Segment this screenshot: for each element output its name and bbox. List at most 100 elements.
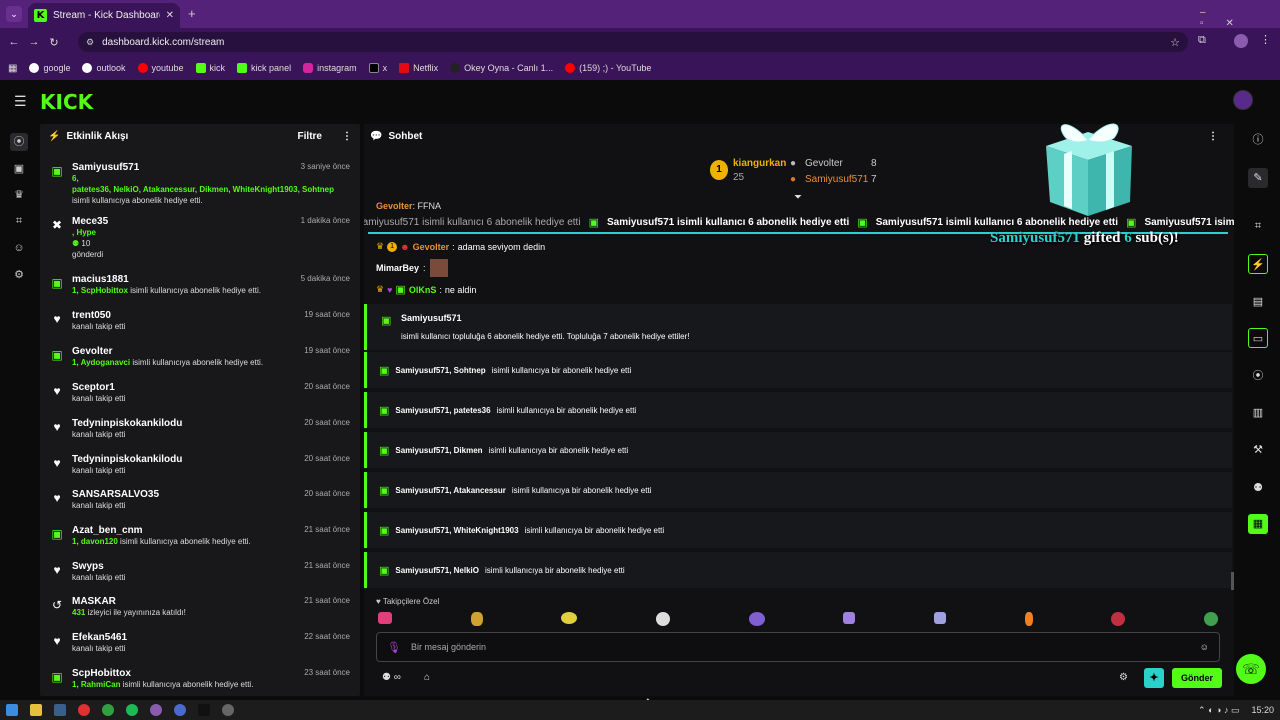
share-icon[interactable]: ⚉ [1248, 478, 1268, 498]
activity-item[interactable]: ▣ ScpHobittox 23 saat önce 1, RahmiCan isim… [40, 664, 360, 700]
activity-item[interactable]: ▣ Gevolter 19 saat önce 1, Aydoganavci isim… [40, 342, 360, 378]
layout-icon[interactable]: ▥ [1248, 403, 1268, 423]
bookmark-kick[interactable]: kick [195, 63, 225, 73]
emote-icon[interactable] [1024, 612, 1033, 626]
emote-icon[interactable] [843, 612, 856, 624]
kick-points-icon[interactable]: ⚉ ∞ [382, 672, 401, 683]
kickbot-icon[interactable]: ✦ [1144, 668, 1164, 688]
screen-icon[interactable]: ⌗ [1248, 216, 1268, 236]
activity-item[interactable]: ♥ Swyps 21 saat önce kanalı takip etti [40, 557, 360, 593]
trophy-nav-icon[interactable]: ♛ [10, 186, 28, 204]
emote-icon[interactable] [561, 612, 578, 624]
browser-menu-icon[interactable]: ⋮ [1260, 33, 1271, 46]
activity-more-icon[interactable]: ⋮ [342, 131, 352, 142]
extensions-icon[interactable]: ⧉ [1198, 34, 1206, 47]
activity-detail: kanalı takip etti [72, 501, 126, 510]
info-icon[interactable]: ⓘ [1248, 130, 1268, 150]
wrench-icon[interactable]: ⚒ [1248, 440, 1268, 460]
emote-icon[interactable] [1203, 612, 1218, 626]
new-tab-icon[interactable]: + [188, 6, 196, 21]
activity-item[interactable]: ♥ Tedyninpiskokankilodu 20 saat önce kanalı… [40, 414, 360, 450]
app-icon[interactable] [222, 704, 234, 716]
activity-item[interactable]: ♥ trent050 19 saat önce kanalı takip etti [40, 306, 360, 342]
activity-item[interactable]: ▣ macius1881 5 dakika önce 1, ScpHobittox i… [40, 270, 360, 306]
activity-time: 22 saat önce [304, 632, 350, 641]
chat-more-icon[interactable]: ⋮ [1208, 131, 1218, 142]
emote-icon[interactable] [378, 612, 392, 624]
broadcast-icon[interactable]: ⦿ [1248, 366, 1268, 386]
chat-toggle-icon[interactable]: ▭ [1248, 328, 1268, 348]
microphone-icon[interactable]: 🎙 [387, 641, 401, 654]
windows-start-icon[interactable] [6, 704, 18, 716]
emote-icon[interactable] [933, 612, 946, 624]
app-icon[interactable] [174, 704, 186, 716]
chat-settings-icon[interactable]: ⚙ [1119, 672, 1128, 683]
activity-item[interactable]: ↺ MASKAR 21 saat önce 431 izleyici ile yayı… [40, 592, 360, 628]
bookmark-youtube-2[interactable]: (159) ;) - YouTube [565, 63, 651, 73]
apps-grid-icon[interactable]: ▦ [8, 63, 17, 74]
activity-item[interactable]: ♥ SANSARSALVO35 20 saat önce kanalı takip e… [40, 485, 360, 521]
windows-taskbar: ⌃ ◐ ◑ ♪ ▭ 15:20 [0, 700, 1280, 720]
activity-item[interactable]: ♥ Tedyninpiskokankilodu 20 saat önce kanalı… [40, 450, 360, 486]
chat-input[interactable]: 🎙 Bir mesaj gönderin ☺ [376, 632, 1220, 662]
profile-avatar[interactable] [1234, 34, 1248, 48]
opera-icon[interactable] [78, 704, 90, 716]
clapper-icon[interactable]: ▦ [1248, 514, 1268, 534]
activity-item[interactable]: ♥ Sceptor1 20 saat önce kanalı takip etti [40, 378, 360, 414]
bookmark-star-icon[interactable]: ☆ [1170, 36, 1180, 49]
hamburger-menu-icon[interactable]: ☰ [14, 93, 27, 110]
bookmark-youtube[interactable]: youtube [137, 63, 184, 73]
stream-nav-icon[interactable]: ⦿ [10, 133, 28, 151]
activity-item[interactable]: ✖ Mece35 1 dakika önce, Hype ⚉ 10 gönderdi [40, 212, 360, 259]
browser-tab[interactable]: K Stream - Kick Dashboard ✕ [28, 3, 180, 28]
app-icon[interactable] [198, 704, 210, 716]
send-button[interactable]: Gönder [1172, 668, 1222, 688]
edit-icon[interactable]: ✎ [1248, 168, 1268, 188]
activity-time: 19 saat önce [304, 310, 350, 319]
bookmark-kick-panel[interactable]: kick panel [237, 63, 291, 73]
activity-toggle-icon[interactable]: ⚡ [1248, 254, 1268, 274]
moderation-nav-icon[interactable]: ⌗ [10, 212, 28, 230]
chat-bubble-icon: 💬 [370, 130, 383, 142]
activity-item[interactable]: ♥ Efekan5461 22 saat önce kanalı takip etti [40, 628, 360, 664]
bookmark-netflix[interactable]: Netflix [399, 63, 438, 73]
activity-item[interactable]: ▣ Samiyusuf571 3 saniye önce 6, patetes36, N… [40, 158, 360, 205]
chrome-profile-icon[interactable] [150, 704, 162, 716]
address-bar[interactable]: ⚙ dashboard.kick.com/stream ☆ [78, 32, 1188, 52]
bookmark-outlook[interactable]: outlook [82, 63, 126, 73]
emote-icon[interactable] [1111, 612, 1126, 626]
community-nav-icon[interactable]: ☺ [10, 239, 28, 257]
back-icon[interactable]: ← [4, 36, 24, 48]
notes-icon[interactable]: ▤ [1248, 292, 1268, 312]
site-info-icon[interactable]: ⚙ [86, 37, 94, 48]
window-controls[interactable]: –▫✕ [1200, 7, 1280, 29]
chat-scrollbar[interactable] [1231, 572, 1234, 590]
spotify-icon[interactable] [126, 704, 138, 716]
forward-icon[interactable]: → [24, 36, 44, 48]
emote-icon[interactable] [748, 612, 765, 626]
close-tab-icon[interactable]: ✕ [166, 10, 174, 21]
chrome-icon[interactable] [102, 704, 114, 716]
bookmark-okey[interactable]: Okey Oyna - Canlı 1... [450, 63, 553, 73]
store-icon[interactable]: ⌂ [424, 672, 430, 683]
kick-logo[interactable]: KICK [40, 90, 93, 114]
file-explorer-icon[interactable] [30, 704, 42, 716]
first-place-badge-icon: 1 [710, 160, 728, 180]
activity-item[interactable]: ▣ Azat_ben_cnm 21 saat önce 1, davon120 isi… [40, 521, 360, 557]
settings-nav-icon[interactable]: ⚙ [10, 266, 28, 284]
help-chat-icon[interactable]: ☏ [1236, 654, 1266, 684]
user-avatar[interactable] [1233, 90, 1253, 110]
system-tray-icons[interactable]: ⌃ ◐ ◑ ♪ ▭ [1198, 705, 1239, 716]
tab-search-icon[interactable]: ⌄ [6, 6, 22, 22]
emote-icon[interactable] [470, 612, 483, 626]
emoji-icon[interactable]: ☺ [1200, 642, 1209, 652]
reload-icon[interactable]: ↻ [44, 36, 64, 49]
bookmark-google[interactable]: google [29, 63, 70, 73]
steam-icon[interactable] [54, 704, 66, 716]
filter-button[interactable]: Filtre [298, 131, 322, 142]
dashboard-nav-icon[interactable]: ▣ [10, 160, 28, 178]
bookmark-x[interactable]: x [368, 63, 387, 73]
collapse-leaderboard-icon[interactable]: ⏷ [794, 192, 802, 203]
bookmark-instagram[interactable]: instagram [303, 63, 357, 73]
emote-icon[interactable] [655, 612, 670, 626]
